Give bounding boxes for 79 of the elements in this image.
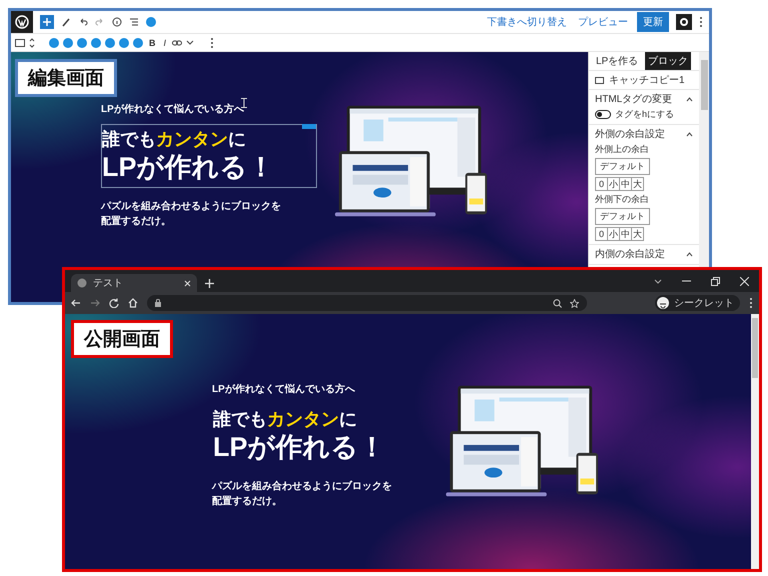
default-button[interactable]: デフォルト (595, 208, 650, 225)
block-type-icon[interactable] (15, 38, 25, 46)
minimize-icon[interactable] (682, 280, 691, 282)
avatar-icon (657, 297, 669, 309)
panel-header[interactable]: 外側の余白設定 (595, 127, 693, 141)
browser-tab[interactable]: テスト (71, 274, 197, 292)
format-button[interactable]: I (162, 38, 168, 48)
default-button[interactable]: デフォルト (595, 158, 650, 175)
undo-icon[interactable] (78, 17, 88, 27)
chevron-icon[interactable] (686, 96, 693, 102)
forward-arrow-icon[interactable] (90, 298, 100, 308)
plugin-circle-icon[interactable] (119, 38, 129, 48)
chevron-icon[interactable] (686, 252, 693, 256)
plugin-circle-icon[interactable] (77, 38, 87, 48)
settings-icon[interactable] (676, 14, 692, 30)
plugin-circle-icon[interactable] (146, 17, 156, 27)
plugin-circle-icon[interactable] (133, 38, 143, 48)
info-icon[interactable] (112, 17, 122, 27)
list-view-icon[interactable] (129, 17, 139, 27)
chevron-down-icon[interactable] (654, 278, 662, 284)
field-label: 外側下の余白 (595, 193, 649, 206)
panel-header[interactable]: HTMLタグの変更 (595, 92, 693, 106)
add-block-icon[interactable] (40, 15, 54, 29)
panel-header[interactable]: 内側の余白設定 (595, 247, 693, 261)
move-arrows-icon[interactable] (29, 38, 35, 48)
plugin-circle-icon[interactable] (91, 38, 101, 48)
hero-subtitle: LPが作れなくて悩んでいる方へ (212, 382, 355, 396)
hero-headline: 誰でもカンタンに LPが作れる！ (101, 124, 317, 188)
link-icon[interactable] (172, 38, 182, 46)
scrollbar-thumb[interactable] (752, 318, 758, 378)
size-option[interactable]: 大 (631, 227, 644, 241)
plugin-circle-icon[interactable] (105, 38, 115, 48)
restore-icon[interactable] (711, 276, 720, 286)
toggle-switch[interactable] (595, 110, 611, 119)
more-options-icon[interactable] (749, 297, 753, 309)
reload-icon[interactable] (109, 298, 119, 308)
more-options-icon[interactable] (699, 16, 703, 28)
block-name: キャッチコピー1 (609, 74, 685, 87)
zoom-icon[interactable] (553, 298, 562, 308)
plugin-circle-icon[interactable] (49, 38, 59, 48)
wordpress-logo-icon[interactable] (11, 11, 33, 33)
size-option[interactable]: 0 (595, 227, 608, 241)
hero-subtitle: LPが作れなくて悩んでいる方へ (101, 102, 244, 116)
sidebar-tab[interactable]: ブロック (645, 52, 692, 70)
field-label: 外側上の余白 (595, 143, 649, 156)
pen-icon[interactable] (61, 17, 71, 27)
home-icon[interactable] (128, 298, 138, 308)
chevron-icon[interactable] (686, 132, 693, 136)
chevron-down-icon[interactable] (186, 40, 194, 46)
block-label-badge (302, 124, 316, 129)
lock-icon (155, 299, 161, 307)
block-type-icon (595, 76, 604, 84)
plugin-circle-icon[interactable] (63, 38, 73, 48)
toolbar-link[interactable]: 下書きへ切り替え (485, 15, 569, 29)
star-icon[interactable] (570, 298, 579, 308)
incognito-profile-button[interactable]: シークレット (655, 295, 740, 311)
hero-description: パズルを組み合わせるようにブロックを 配置するだけ。 (212, 480, 393, 509)
editor-view-label: 編集画面 (15, 59, 117, 97)
more-options-icon[interactable] (210, 36, 214, 48)
hero-description: パズルを組み合わせるようにブロックを 配置するだけ。 (101, 200, 282, 229)
size-option[interactable]: 小 (607, 227, 620, 241)
close-icon[interactable] (184, 280, 191, 286)
size-option[interactable]: 中 (619, 177, 632, 191)
update-button[interactable]: 更新 (637, 12, 669, 32)
sidebar-tab[interactable]: LPを作る (593, 52, 642, 70)
size-option[interactable]: 大 (631, 177, 644, 191)
globe-icon (77, 278, 87, 288)
size-option[interactable]: 0 (595, 177, 608, 191)
hero-headline: 誰でもカンタンに LPが作れる！ (212, 408, 387, 464)
size-option[interactable]: 小 (607, 177, 620, 191)
close-icon[interactable] (740, 276, 749, 286)
scrollbar-thumb[interactable] (700, 60, 708, 110)
toggle-label: タグをhにする (615, 108, 674, 121)
toolbar-link[interactable]: プレビュー (576, 15, 630, 29)
back-arrow-icon[interactable] (71, 298, 81, 308)
new-tab-icon[interactable] (205, 278, 214, 288)
size-option[interactable]: 中 (619, 227, 632, 241)
format-button[interactable]: B (147, 38, 158, 48)
published-view-label: 公開画面 (71, 320, 173, 358)
